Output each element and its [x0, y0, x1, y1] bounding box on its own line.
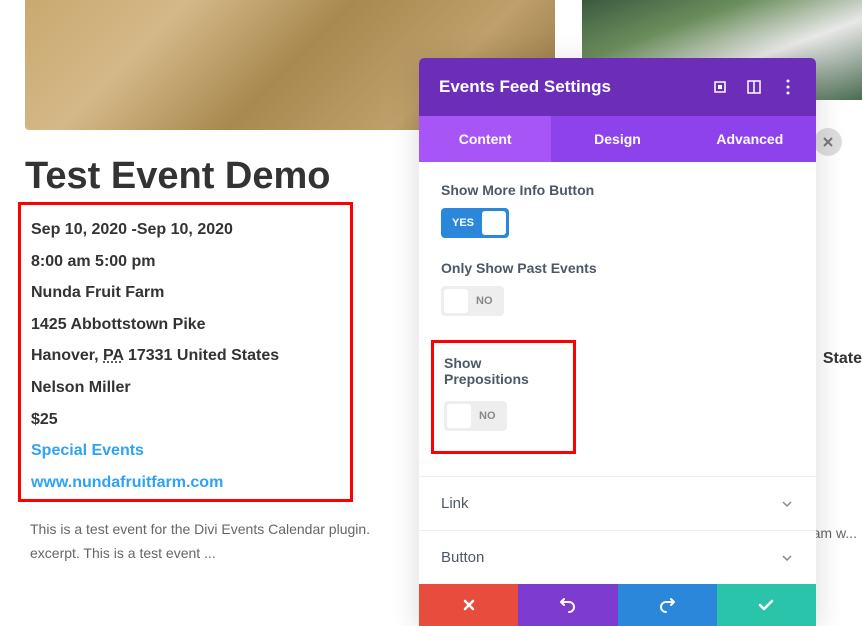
event-city-state: Hanover, PA 17331 United States	[31, 345, 340, 367]
panel-header: Events Feed Settings	[419, 58, 816, 116]
toggle-handle	[482, 211, 506, 235]
event-organizer: Nelson Miller	[31, 377, 340, 399]
save-button[interactable]	[717, 584, 816, 626]
more-info-toggle[interactable]: YES	[441, 208, 509, 238]
event-time-range: 8:00 am 5:00 pm	[31, 251, 340, 273]
setting-past-events: Only Show Past Events NO	[441, 260, 794, 318]
redo-button[interactable]	[618, 584, 717, 626]
undo-button[interactable]	[518, 584, 617, 626]
tab-content[interactable]: Content	[419, 116, 551, 162]
accordion-link[interactable]: Link	[419, 476, 816, 530]
chevron-down-icon	[780, 497, 794, 511]
toggle-handle	[444, 289, 468, 313]
close-module-icon[interactable]	[814, 128, 842, 156]
event-address: 1425 Abbottstown Pike	[31, 314, 340, 336]
header-icons	[712, 79, 796, 95]
event-title: Test Event Demo	[25, 155, 330, 198]
more-info-label: Show More Info Button	[441, 182, 794, 198]
prepositions-toggle[interactable]: NO	[444, 401, 507, 431]
bg-state-fragment: State	[823, 350, 862, 368]
event-website-link[interactable]: www.nundafruitfarm.com	[31, 472, 340, 494]
event-details-highlight: Sep 10, 2020 -Sep 10, 2020 8:00 am 5:00 …	[18, 202, 353, 502]
panel-body: Show More Info Button YES Only Show Past…	[419, 162, 816, 454]
expand-icon[interactable]	[712, 79, 728, 95]
past-events-label: Only Show Past Events	[441, 260, 794, 276]
settings-tabs: Content Design Advanced	[419, 116, 816, 162]
past-events-toggle[interactable]: NO	[441, 286, 504, 316]
cancel-button[interactable]	[419, 584, 518, 626]
event-excerpt: This is a test event for the Divi Events…	[30, 518, 410, 566]
toggle-handle	[447, 404, 471, 428]
event-category-link[interactable]: Special Events	[31, 440, 340, 462]
accordion-button[interactable]: Button	[419, 530, 816, 584]
prepositions-label: Show Prepositions	[444, 355, 563, 387]
prepositions-highlight: Show Prepositions NO	[431, 340, 576, 454]
tab-advanced[interactable]: Advanced	[684, 116, 816, 162]
panel-title: Events Feed Settings	[439, 77, 611, 97]
more-icon[interactable]	[780, 79, 796, 95]
event-venue: Nunda Fruit Farm	[31, 282, 340, 304]
bottom-action-bar	[419, 584, 816, 626]
chevron-down-icon	[780, 551, 794, 565]
setting-more-info: Show More Info Button YES	[441, 182, 794, 238]
settings-panel: Events Feed Settings Content Design Adva…	[419, 58, 816, 626]
event-price: $25	[31, 409, 340, 431]
columns-icon[interactable]	[746, 79, 762, 95]
tab-design[interactable]: Design	[551, 116, 683, 162]
event-date-range: Sep 10, 2020 -Sep 10, 2020	[31, 219, 340, 241]
